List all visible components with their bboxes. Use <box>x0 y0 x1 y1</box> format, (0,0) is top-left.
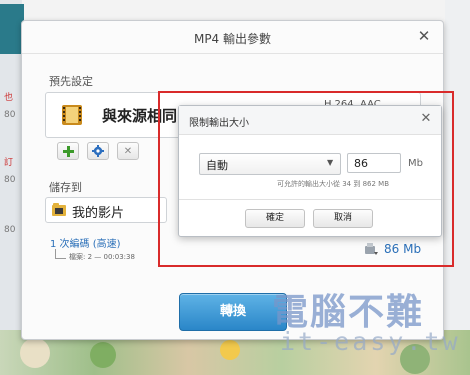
folder-icon <box>52 203 66 216</box>
popup-titlebar: 限制輸出大小 ✕ <box>179 106 441 135</box>
destination-selector[interactable]: 我的影片 <box>45 197 167 223</box>
chevron-down-icon: ▼ <box>327 158 334 167</box>
tree-connector <box>55 249 66 259</box>
thumbnail-blob <box>20 338 50 368</box>
background-text: 80 <box>4 175 16 185</box>
presets-label: 預先設定 <box>49 75 93 88</box>
background-text: 訂 <box>4 158 14 168</box>
add-preset-button[interactable] <box>57 142 79 160</box>
popup-title: 限制輸出大小 <box>189 118 249 129</box>
size-mode-dropdown[interactable]: 自動 ▼ <box>199 153 341 175</box>
ok-button[interactable]: 確定 <box>245 209 305 228</box>
dialog-title: MP4 輸出參數 <box>193 32 272 46</box>
background-text: 80 <box>4 110 16 120</box>
destination-name: 我的影片 <box>72 206 125 221</box>
watermark-url: it-easy.tw <box>280 327 461 356</box>
cancel-button[interactable]: 取消 <box>313 209 373 228</box>
film-icon <box>62 105 82 125</box>
size-range-note: 可允許的輸出大小從 34 到 862 MB <box>277 180 390 188</box>
delete-preset-button[interactable]: ✕ <box>117 142 139 160</box>
remove-icon: ✕ <box>123 145 133 157</box>
encoding-pass-link[interactable]: 1 次編碼 (高速) <box>50 235 121 250</box>
close-icon[interactable]: ✕ <box>416 28 432 44</box>
gear-icon <box>92 145 104 157</box>
save-to-label: 儲存到 <box>49 181 82 194</box>
thumbnail-blob <box>220 340 240 360</box>
limit-output-size-popup: 限制輸出大小 ✕ 自動 ▼ 86 Mb 可允許的輸出大小從 34 到 862 M… <box>178 105 442 237</box>
background-sidebar <box>0 0 22 375</box>
plus-icon <box>62 145 74 157</box>
thumbnail-blob <box>90 342 116 368</box>
file-info: 檔案: 2 — 00:03:38 <box>69 253 135 261</box>
background-text: 也 <box>4 93 14 103</box>
divider <box>179 199 441 200</box>
edit-preset-button[interactable] <box>87 142 109 160</box>
size-unit: Mb <box>408 158 423 169</box>
background-text: 80 <box>4 225 16 235</box>
size-input[interactable]: 86 <box>347 153 401 173</box>
size-mode-value: 自動 <box>206 159 228 172</box>
convert-button[interactable]: 轉換 <box>179 293 287 331</box>
dialog-titlebar: MP4 輸出參數 ✕ <box>22 21 443 54</box>
close-icon[interactable]: ✕ <box>419 112 433 126</box>
